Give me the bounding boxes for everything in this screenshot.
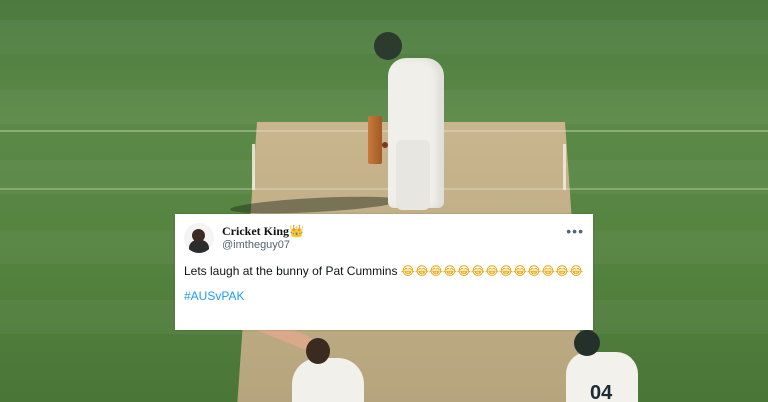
tweet-body: Lets laugh at the bunny of Pat Cummins (184, 264, 398, 278)
batter-helmet (374, 32, 402, 60)
handle[interactable]: @imtheguy07 (222, 238, 304, 252)
fielder-head (574, 330, 600, 356)
popping-crease (0, 188, 768, 190)
cricket-ball (382, 142, 388, 148)
avatar-face (192, 229, 205, 242)
stumps (368, 116, 382, 164)
batter-legs (396, 140, 430, 210)
cricket-broadcast-background: 04 Cricket King👑 @imtheguy07 ••• Lets la… (0, 0, 768, 402)
author-block: Cricket King👑 @imtheguy07 (222, 224, 304, 252)
crown-icon: 👑 (289, 224, 304, 238)
avatar[interactable] (184, 223, 214, 253)
laughing-emojis: 😂😂😂😂😂😂😂😂😂😂😂😂😂 (400, 264, 584, 278)
return-crease-left (252, 144, 255, 190)
more-options-icon[interactable]: ••• (566, 223, 584, 239)
bowler-head (306, 338, 330, 364)
tweet-card: Cricket King👑 @imtheguy07 ••• Lets laugh… (175, 214, 593, 330)
display-name-row[interactable]: Cricket King👑 (222, 224, 304, 238)
tweet-header: Cricket King👑 @imtheguy07 ••• (184, 221, 584, 255)
display-name: Cricket King (222, 224, 289, 238)
tweet-text: Lets laugh at the bunny of Pat Cummins 😂… (184, 263, 584, 280)
return-crease-right (563, 144, 566, 190)
grass-stripe (0, 90, 768, 124)
hashtag-link[interactable]: #AUSvPAK (184, 289, 244, 303)
boundary-line (0, 130, 768, 132)
fielder-jersey-number: 04 (590, 382, 613, 402)
bowler (292, 358, 364, 402)
